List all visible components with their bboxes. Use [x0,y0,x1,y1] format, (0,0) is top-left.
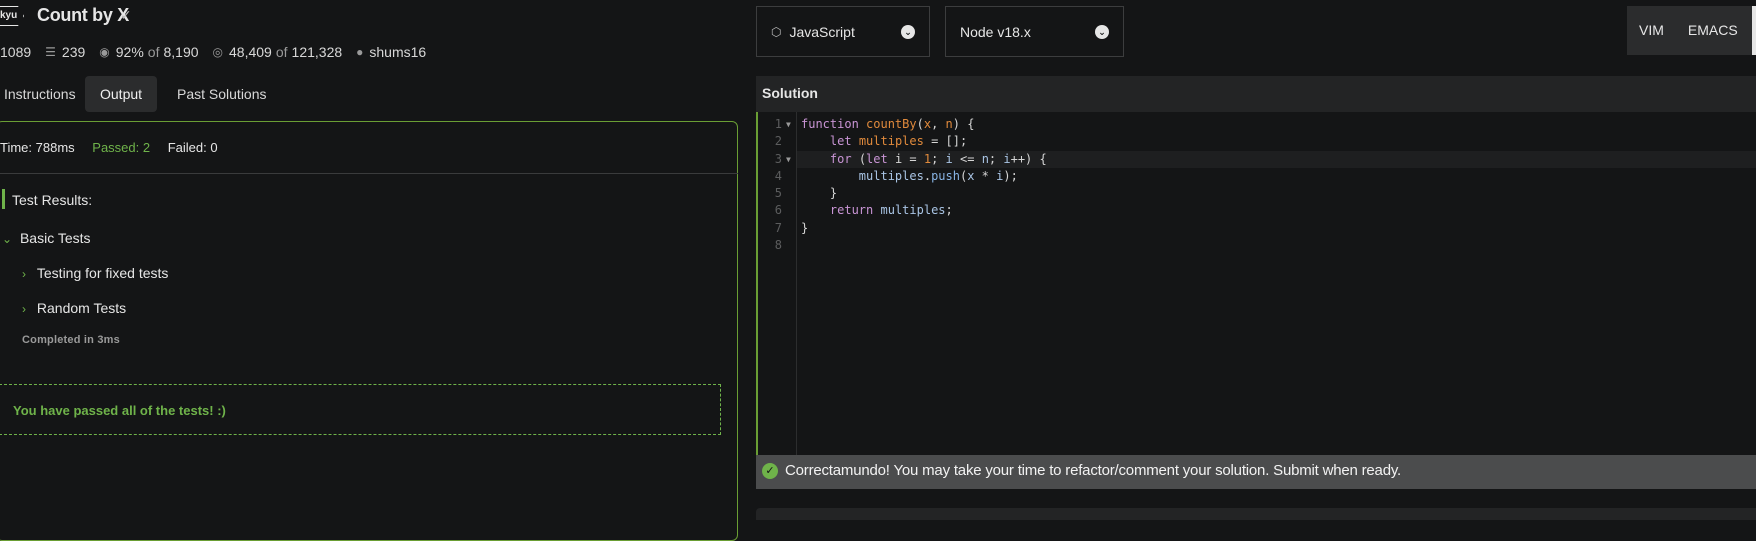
kata-title[interactable]: Count by X [37,5,129,26]
tab-instructions[interactable]: Instructions [0,76,91,112]
eye-icon: ◉ [99,45,110,59]
fold-arrow-icon[interactable]: ▼ [786,116,791,133]
test-group-label: Basic Tests [19,230,91,246]
javascript-icon: ⬡ [771,24,782,39]
version-value: Node v18.x [960,23,1031,40]
vim-mode-button[interactable]: VIM [1627,6,1676,55]
chevron-right-icon: › [22,267,26,281]
tab-past-solutions[interactable]: Past Solutions [162,76,282,112]
collections-value: 239 [61,44,86,60]
output-panel [0,121,738,541]
votes-value: 8,190 [163,44,199,60]
test-group-label: Random Tests [36,300,127,316]
test-group-basic[interactable]: ⌄ Basic Tests [2,230,91,246]
chevron-down-icon: ⌄ [901,24,915,39]
collections-stat[interactable]: ☰ 239 [45,44,85,60]
satisfaction-value: 92% [115,44,144,60]
completed-value: 48,409 [229,44,272,60]
version-select[interactable]: Node v18.x ⌄ [945,6,1124,57]
tab-output[interactable]: Output [85,76,158,112]
code-line-1: function countBy(x, n) { [801,117,975,131]
attempts-value: 121,328 [291,44,343,60]
status-message: Correctamundo! You may take your time to… [785,462,1401,479]
author-name[interactable]: shums16 [369,44,426,60]
failed-count: Failed: 0 [167,140,218,155]
language-select[interactable]: ⬡ JavaScript ⌄ [756,6,930,57]
honor-value: 1089 [0,44,32,60]
solution-title: Solution [762,85,818,101]
chevron-right-icon: › [22,302,26,316]
test-results-heading: Test Results: [12,192,93,208]
gutter-divider [796,112,797,455]
test-group-random[interactable]: › Random Tests [22,300,126,316]
line-number: 1 [774,117,782,131]
editor-mode-group: VIM EMACS [1627,6,1756,55]
divider [0,173,738,174]
completed-time: Completed in 3ms [22,334,120,346]
line-number: 5 [774,186,782,200]
line-number: 4 [774,169,782,183]
results-accent-bar [2,189,5,209]
code-line-7: } [801,221,809,235]
satisfaction-stat: ◉ 92% of 8,190 [99,44,198,60]
line-number: 6 [774,203,782,217]
kata-stats: 1089 ☰ 239 ◉ 92% of 8,190 ◎ 48,409 of 12… [0,44,440,60]
code-line-5: } [801,186,838,200]
passed-count: Passed: 2 [92,140,151,155]
author-stat[interactable]: ● shums16 [356,44,426,60]
mode-edge [1752,6,1756,55]
code-line-2: let multiples = []; [829,134,968,148]
user-icon: ● [356,45,364,59]
fold-arrow-icon[interactable]: ▼ [786,151,791,168]
honor-stat: 1089 [0,44,31,60]
checkmark-icon: ✓ [120,7,132,23]
pass-message: You have passed all of the tests! :) [13,403,226,418]
code-line-4: multiples.push(x * i); [858,169,1018,183]
line-number: 3 [774,152,782,166]
time-label: Time: 788ms [0,140,75,155]
bottom-panel-edge [756,508,1756,520]
target-icon: ◎ [212,45,224,59]
chevron-down-icon: ⌄ [1095,24,1109,39]
line-number: 2 [774,134,782,148]
layers-icon: ☰ [45,45,56,59]
test-group-fixed[interactable]: › Testing for fixed tests [22,265,168,281]
of-label: of [275,44,288,60]
test-group-label: Testing for fixed tests [36,265,169,281]
code-line-3: for (let i = 1; i <= n; i++) { [829,152,1047,166]
of-label: of [147,44,160,60]
line-number: 7 [774,221,782,235]
chevron-down-icon: ⌄ [2,232,13,246]
emacs-mode-button[interactable]: EMACS [1676,6,1750,55]
kyu-rank-badge: kyu [0,6,24,26]
completions-stat: ◎ 48,409 of 121,328 [213,44,343,60]
language-value: JavaScript [789,23,855,40]
check-circle-icon: ✓ [762,463,778,479]
line-number: 8 [774,238,782,252]
code-line-6: return multiples; [829,203,953,217]
test-summary: Time: 788ms Passed: 2 Failed: 0 [0,140,232,155]
solution-header [756,76,1756,112]
